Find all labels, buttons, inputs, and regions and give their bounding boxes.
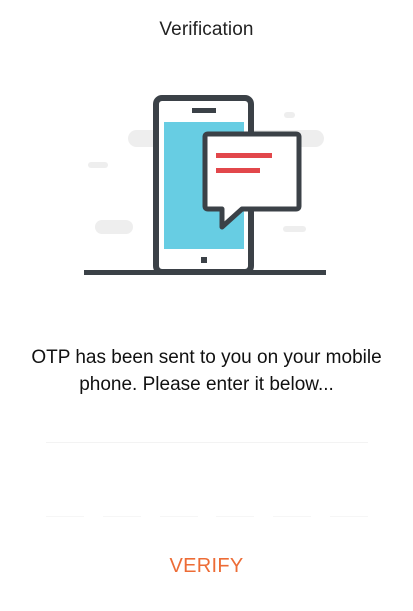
- cloud-shape: [88, 162, 108, 168]
- otp-digit-box[interactable]: [216, 500, 255, 517]
- cloud-shape: [95, 220, 133, 234]
- otp-digit-boxes: [46, 500, 368, 520]
- otp-input[interactable]: [46, 412, 368, 443]
- otp-digit-box[interactable]: [102, 500, 141, 517]
- phone-speaker: [192, 108, 216, 113]
- page-title: Verification: [159, 19, 254, 40]
- message-line: [216, 153, 272, 158]
- cloud-shape: [283, 226, 306, 232]
- otp-digit-box[interactable]: [329, 500, 368, 517]
- otp-sent-message: OTP has been sent to you on your mobile …: [31, 347, 382, 395]
- verify-button[interactable]: VERIFY: [146, 549, 267, 583]
- otp-digit-box[interactable]: [159, 500, 198, 517]
- cloud-shape: [284, 112, 295, 118]
- phone-with-message-icon: [84, 95, 326, 275]
- header-bar: Verification: [0, 17, 413, 43]
- phone-home-button: [201, 257, 207, 263]
- otp-digit-box[interactable]: [273, 500, 312, 517]
- otp-digit-box[interactable]: [46, 500, 84, 517]
- message-line: [216, 168, 260, 173]
